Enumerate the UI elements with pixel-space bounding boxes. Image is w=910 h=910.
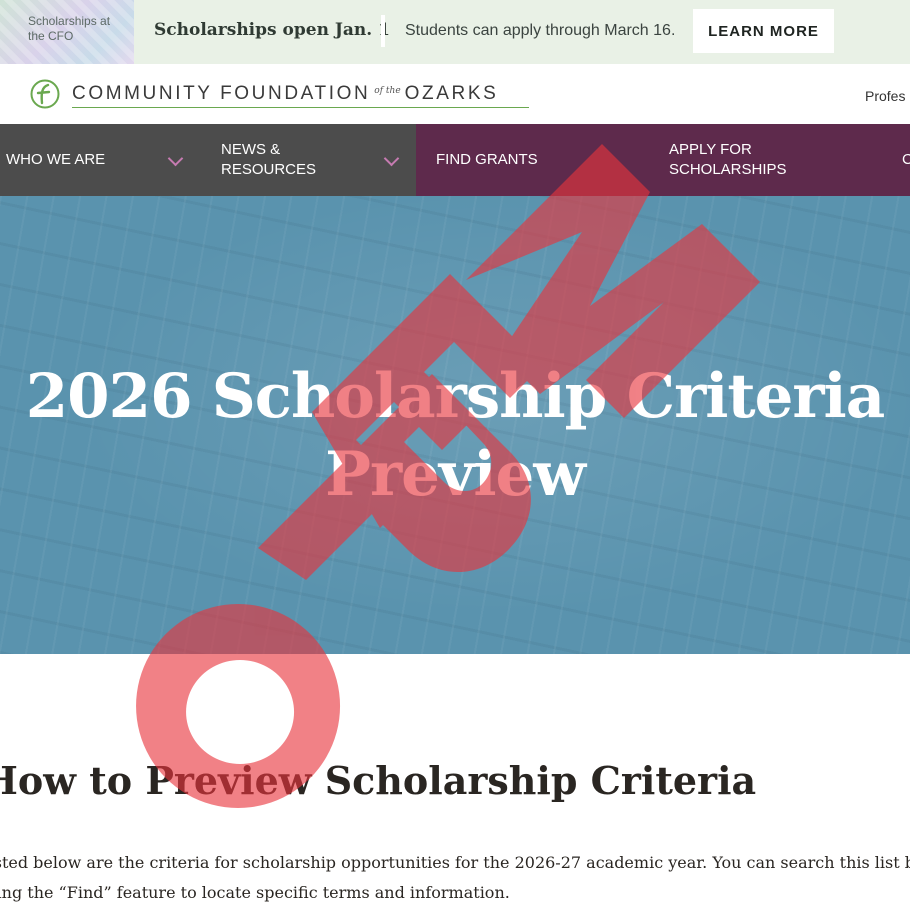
who-we-are-chevron-down-icon[interactable] xyxy=(167,150,184,167)
main-navigation: WHO WE ARE NEWS & RESOURCES FIND GRANTS … xyxy=(0,124,910,196)
banner-thumbnail-text: Scholarships at the CFO xyxy=(28,14,111,43)
nav-item-truncated[interactable]: C xyxy=(902,150,910,170)
site-header: COMMUNITY FOUNDATION of the OZARKS Profes xyxy=(0,64,910,124)
news-resources-chevron-down-icon[interactable] xyxy=(383,150,400,167)
nav-section-about: WHO WE ARE NEWS & RESOURCES xyxy=(0,124,416,196)
nav-section-programs: FIND GRANTS APPLY FOR SCHOLARSHIPS C xyxy=(416,124,910,196)
logo-underline xyxy=(72,107,529,108)
section-heading: How to Preview Scholarship Criteria xyxy=(0,758,757,803)
hero-section: 2026 Scholarship Criteria Preview xyxy=(0,196,910,654)
banner-thumbnail[interactable]: Scholarships at the CFO xyxy=(0,0,134,64)
banner-divider xyxy=(381,15,385,47)
page-title: 2026 Scholarship Criteria Preview xyxy=(25,361,886,510)
nav-item-find-grants[interactable]: FIND GRANTS xyxy=(436,150,538,170)
cfo-logo-icon[interactable] xyxy=(29,78,61,110)
intro-paragraph: Listed below are the criteria for schola… xyxy=(0,853,910,902)
nav-item-apply-for-scholarships[interactable]: APPLY FOR SCHOLARSHIPS xyxy=(669,140,809,180)
nav-item-news-resources[interactable]: NEWS & RESOURCES xyxy=(221,140,331,180)
utility-nav-link[interactable]: Profes xyxy=(865,88,905,104)
nav-item-who-we-are[interactable]: WHO WE ARE xyxy=(6,150,105,170)
logo-text-community-foundation: COMMUNITY FOUNDATION xyxy=(72,83,371,104)
learn-more-button[interactable]: LEARN MORE xyxy=(693,9,834,53)
banner-subtext: Students can apply through March 16. xyxy=(405,22,676,39)
site-logo-wordmark[interactable]: COMMUNITY FOUNDATION of the OZARKS xyxy=(72,83,498,105)
banner-headline: Scholarships open Jan. 1 xyxy=(154,20,390,40)
announcement-banner: Scholarships at the CFO Scholarships ope… xyxy=(0,0,910,64)
logo-text-of-the: of the xyxy=(374,86,401,96)
logo-text-ozarks: OZARKS xyxy=(404,83,499,104)
